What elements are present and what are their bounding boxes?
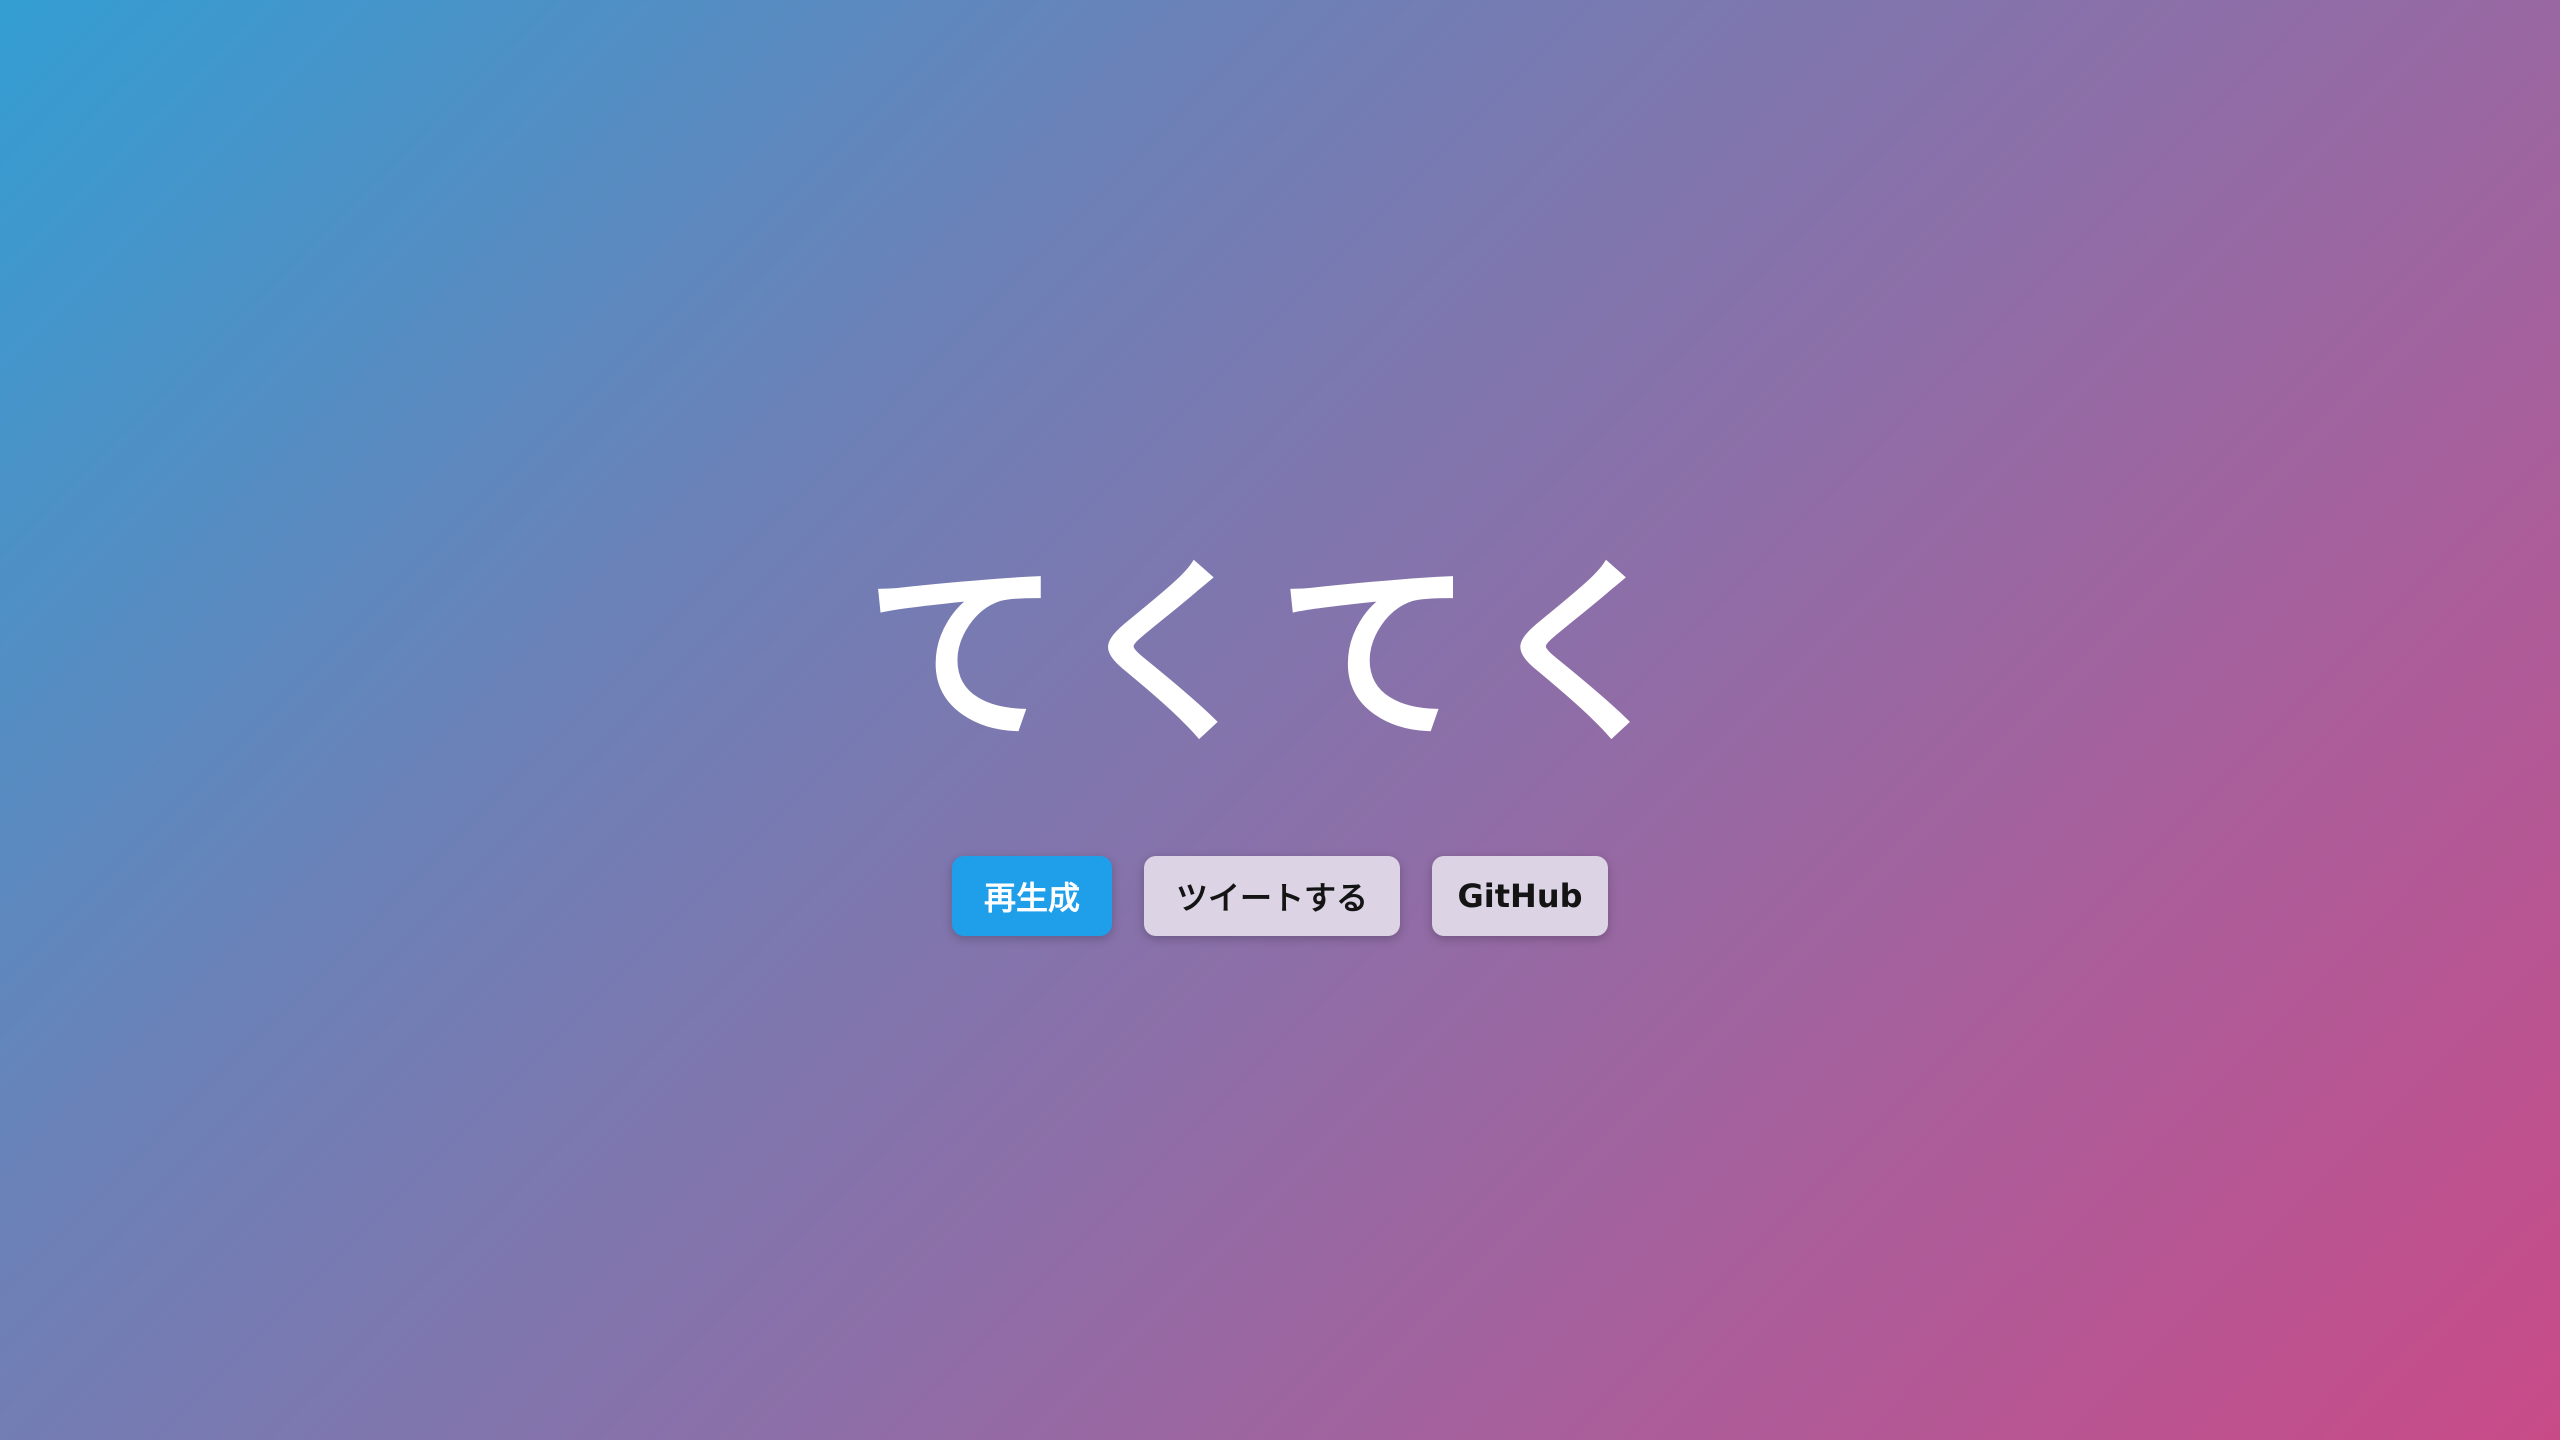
title-container: てくてく — [0, 555, 2560, 755]
action-buttons: 再生成 ツイートする GitHub — [0, 856, 2560, 936]
github-button[interactable]: GitHub — [1432, 856, 1608, 936]
page-title: てくてく — [864, 541, 1696, 769]
regenerate-button[interactable]: 再生成 — [952, 856, 1112, 936]
tweet-button[interactable]: ツイートする — [1144, 856, 1400, 936]
